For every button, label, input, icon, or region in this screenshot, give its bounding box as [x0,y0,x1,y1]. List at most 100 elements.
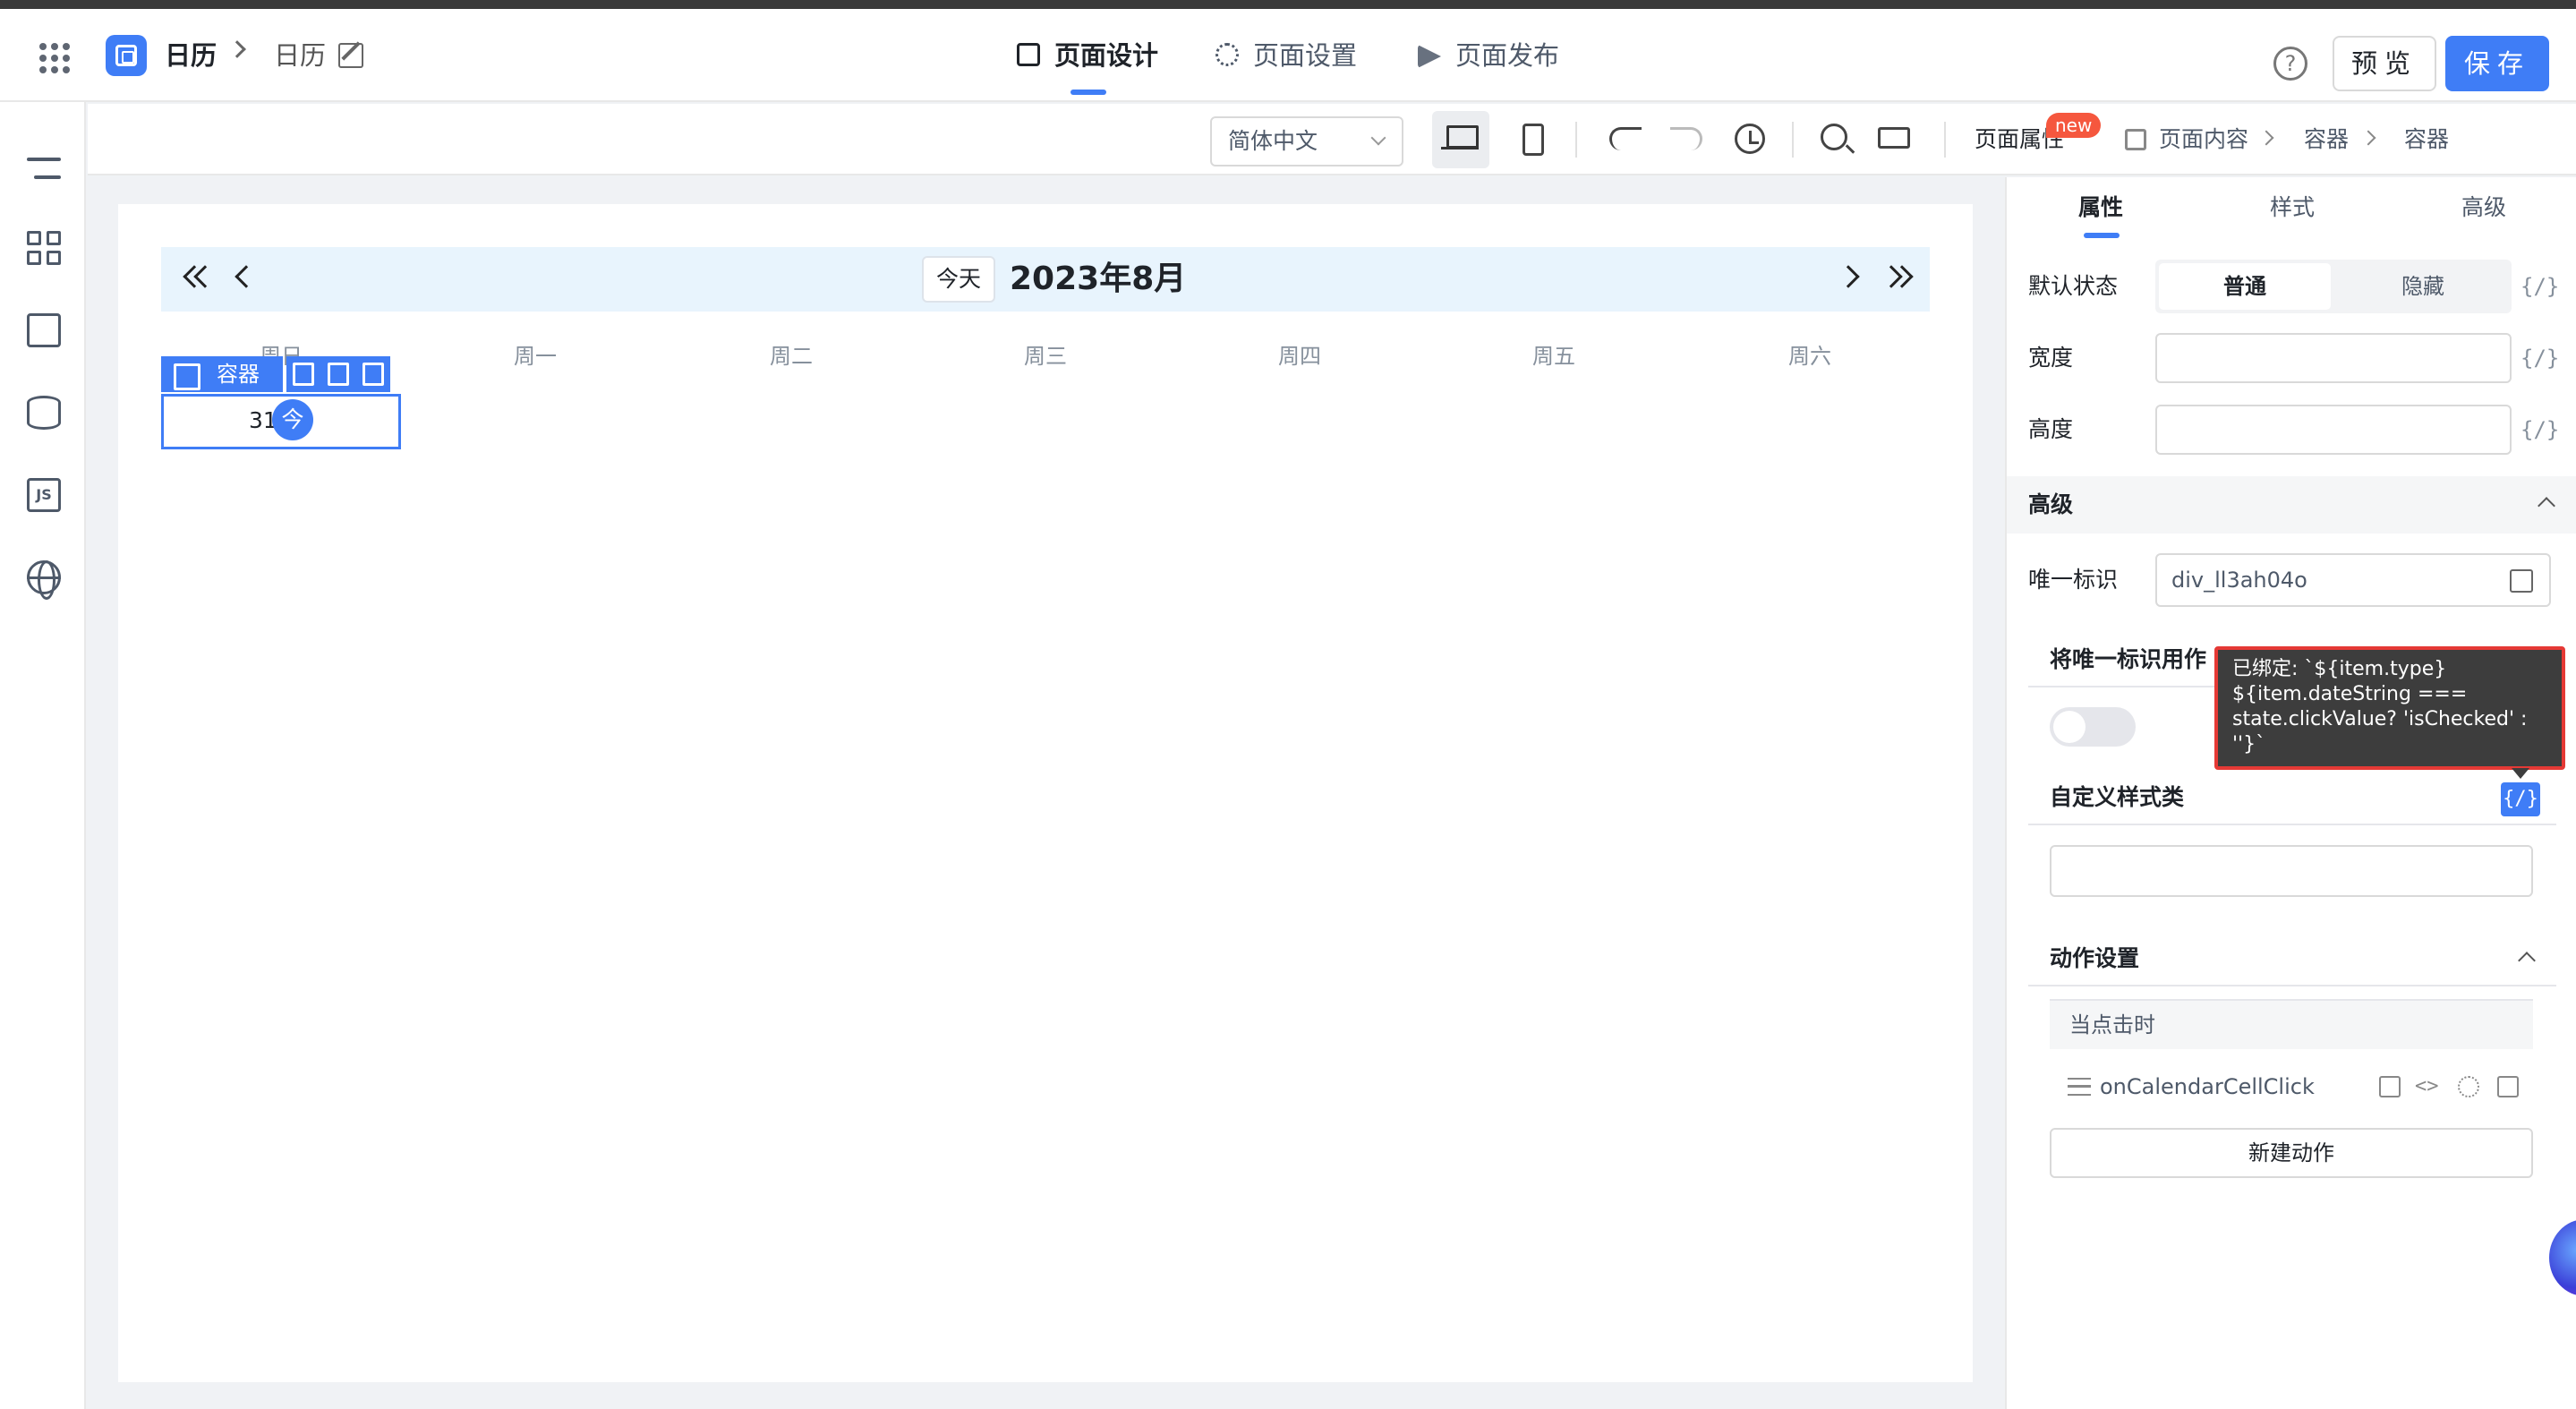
preview-button[interactable]: 预览 [2333,36,2436,91]
weekday-tue: 周二 [770,344,813,369]
delete-icon[interactable] [362,363,384,386]
history-icon[interactable] [1735,124,1765,154]
tab-page-publish[interactable]: 页面发布 [1418,34,1559,97]
uid-label: 唯一标识 [2028,567,2119,593]
language-select[interactable]: 简体中文 [1210,116,1403,167]
copy-icon[interactable] [2510,569,2533,593]
delete-icon[interactable] [2497,1076,2519,1097]
data-source-icon[interactable] [27,396,61,430]
breadcrumb-page[interactable]: 日历 [274,38,326,73]
breadcrumb-page-content[interactable]: 页面内容 [2159,124,2248,156]
copy-icon[interactable] [327,363,349,386]
weekday-fri: 周五 [1532,344,1575,369]
bind-variable-active-icon[interactable]: {/} [2501,782,2540,816]
divider [1575,122,1577,158]
tab-label: 页面设计 [1054,40,1159,71]
bind-variable-icon[interactable]: {/} [2521,342,2559,374]
state-normal[interactable]: 普通 [2159,263,2331,310]
help-icon[interactable]: ? [2273,47,2307,81]
selected-component-label[interactable]: 容器 [161,356,283,392]
chevron-up-icon [2538,497,2555,515]
divider [1944,122,1946,158]
section-title: 动作设置 [2050,945,2140,971]
next-month-icon[interactable] [1837,265,1860,288]
desktop-view-icon[interactable] [1441,124,1480,152]
default-state-label: 默认状态 [2028,273,2119,299]
edit-icon[interactable] [338,43,363,68]
on-click-event: 当点击时 [2050,999,2533,1049]
editor-toolbar: 简体中文 页面属性 new 页面内容 容器 容器 [88,104,2576,175]
current-month: 2023年8月 [1010,260,1187,297]
drag-handle-icon[interactable] [2068,1078,2091,1096]
action-name: onCalendarCellClick [2100,1074,2315,1099]
uid-as-switch[interactable] [2050,707,2136,747]
chevron-down-icon [1370,130,1386,146]
templates-icon[interactable] [27,313,61,347]
page-frame[interactable] [118,204,1973,1382]
tab-underline [1070,90,1106,95]
tab-style[interactable]: 样式 [2270,192,2315,224]
bind-variable-icon[interactable]: {/} [2521,414,2559,446]
breadcrumb-container-current[interactable]: 容器 [2404,124,2449,156]
language-value: 简体中文 [1228,128,1318,154]
section-title: 高级 [2028,491,2074,517]
width-input[interactable] [2155,333,2512,383]
advanced-section-header[interactable]: 高级 [2007,476,2576,534]
custom-class-label: 自定义样式类 [2028,770,2556,825]
components-icon[interactable] [27,231,61,265]
layout-icon [1017,43,1040,66]
add-icon[interactable] [293,363,315,386]
today-button[interactable]: 今天 [922,256,995,303]
gear-icon [1215,43,1239,66]
tab-advanced[interactable]: 高级 [2461,192,2506,224]
save-button[interactable]: 保存 [2445,36,2549,91]
bind-variable-icon[interactable]: {/} [2521,270,2559,303]
outline-tree-icon[interactable] [27,152,61,186]
send-icon [1418,45,1441,68]
js-code-icon[interactable]: JS [27,478,61,512]
custom-class-input[interactable] [2050,845,2533,897]
new-badge: new [2046,113,2102,138]
state-hidden[interactable]: 隐藏 [2338,263,2508,310]
gear-icon[interactable] [2458,1076,2479,1097]
chevron-right-icon [2258,130,2274,146]
today-marker: 今 [272,399,313,440]
uid-value: div_ll3ah04o [2171,568,2307,593]
window-top-bar [0,0,2576,9]
container-icon [2125,129,2146,150]
keyboard-icon[interactable] [1878,127,1910,149]
calendar-header: 今天 2023年8月 [161,247,1930,312]
actions-section-header[interactable]: 动作设置 [2028,931,2556,986]
action-item[interactable]: onCalendarCellClick <> [2050,1062,2533,1112]
tooltip-arrow [2512,768,2529,779]
breadcrumb-container[interactable]: 容器 [2304,124,2349,156]
tab-page-settings[interactable]: 页面设置 [1215,34,1357,97]
weekday-wed: 周三 [1024,344,1067,369]
state-toggle: 普通 隐藏 [2155,260,2512,313]
undo-icon[interactable] [1609,127,1642,150]
app-launcher-icon[interactable] [39,43,70,73]
globe-icon[interactable] [27,560,61,600]
width-label: 宽度 [2028,345,2074,371]
binding-tooltip: 已绑定: `${item.type} ${item.dateString ===… [2214,646,2565,770]
weekday-sat: 周六 [1788,344,1831,369]
uid-input[interactable]: div_ll3ah04o [2155,553,2551,607]
new-action-button[interactable]: 新建动作 [2050,1128,2533,1178]
tab-page-design[interactable]: 页面设计 [1017,34,1158,97]
tab-label: 页面发布 [1455,40,1560,71]
tab-underline [2084,233,2120,238]
properties-panel: 属性 样式 高级 默认状态 普通 隐藏 {/} 宽度 {/} 高度 {/} 高级… [2005,177,2576,1409]
height-label: 高度 [2028,416,2074,442]
code-icon[interactable]: <> [2415,1076,2442,1097]
weekday-mon: 周一 [514,344,557,369]
chevron-right-icon [2360,130,2376,146]
app-header: 日历 日历 页面设计 页面设置 页面发布 ? 预览 保存 [0,9,2576,102]
breadcrumb-app[interactable]: 日历 [165,38,217,73]
search-icon[interactable] [1821,124,1847,150]
redo-icon[interactable] [1670,127,1702,150]
tab-properties[interactable]: 属性 [2078,192,2123,224]
copy-icon[interactable] [2379,1076,2401,1097]
mobile-view-icon[interactable] [1523,124,1544,156]
height-input[interactable] [2155,405,2512,455]
prev-month-icon[interactable] [235,265,258,288]
